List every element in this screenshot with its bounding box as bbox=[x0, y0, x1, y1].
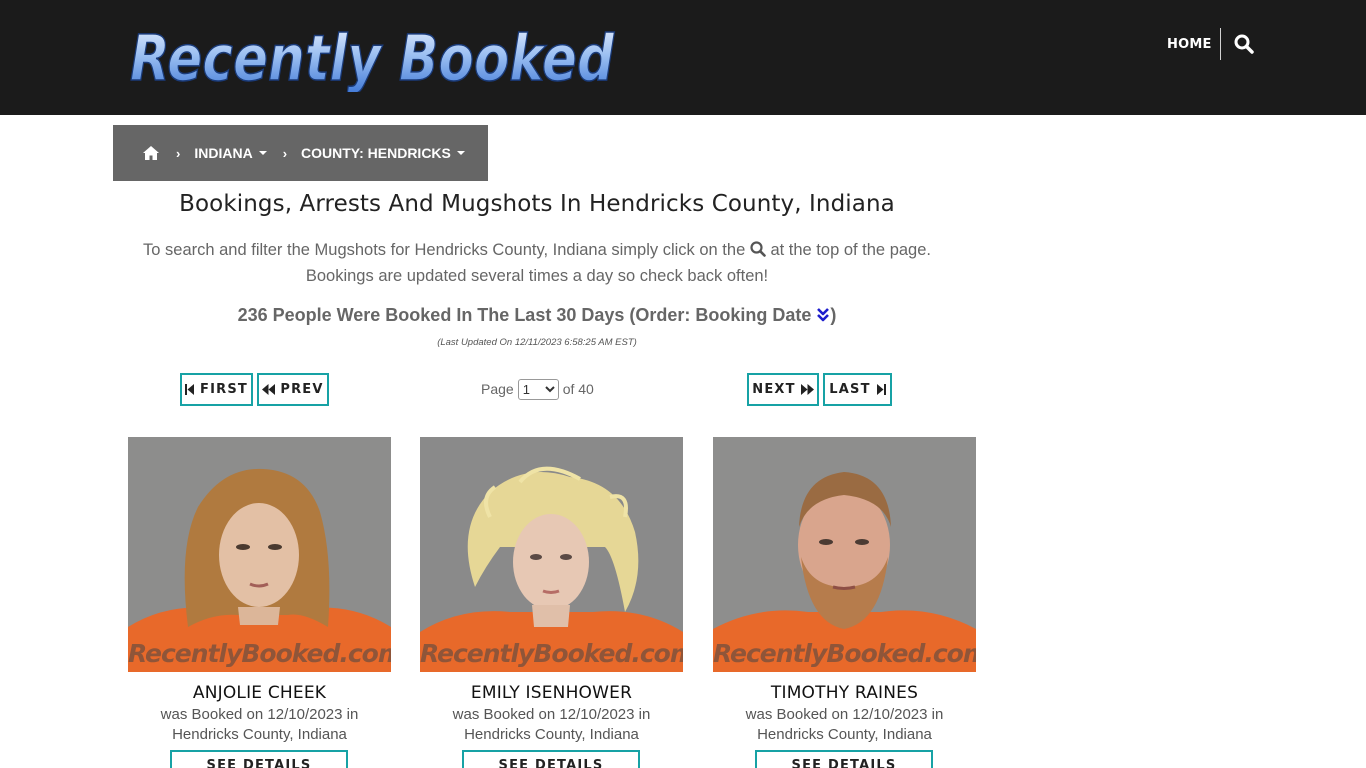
breadcrumb-state-dropdown[interactable]: INDIANA bbox=[194, 145, 267, 161]
breadcrumb-county-dropdown[interactable]: COUNTY: HENDRICKS bbox=[301, 145, 465, 161]
home-icon[interactable] bbox=[142, 145, 160, 161]
intro-text-after: at the top of the page. bbox=[770, 241, 931, 259]
fast-forward-icon bbox=[800, 384, 814, 395]
booking-count: 236 People Were Booked In The Last 30 Da… bbox=[113, 305, 961, 326]
prev-page-label: PREV bbox=[280, 382, 324, 397]
caret-down-icon bbox=[258, 151, 267, 155]
booking-date-line: was Booked on 12/10/2023 in bbox=[452, 706, 651, 723]
booking-location: Hendricks County, Indiana bbox=[464, 726, 639, 743]
skip-first-icon bbox=[185, 384, 195, 395]
booking-location: Hendricks County, Indiana bbox=[172, 726, 347, 743]
skip-last-icon bbox=[876, 384, 886, 395]
sort-descending-icon[interactable] bbox=[816, 307, 830, 323]
search-icon[interactable] bbox=[1234, 34, 1256, 56]
svg-text:Recently Booked: Recently Booked bbox=[130, 22, 615, 92]
booking-location: Hendricks County, Indiana bbox=[757, 726, 932, 743]
breadcrumb-county-label: COUNTY: HENDRICKS bbox=[301, 145, 451, 161]
page-selector: Page 1 of 40 bbox=[481, 377, 594, 401]
page-total: of 40 bbox=[562, 381, 594, 397]
booking-count-text: 236 People Were Booked In The Last 30 Da… bbox=[237, 305, 812, 325]
nav-home-link[interactable]: HOME bbox=[1167, 37, 1212, 52]
booking-card[interactable]: RecentlyBooked.com TIMOTHY RAINES was Bo… bbox=[713, 437, 976, 768]
last-page-button[interactable]: LAST bbox=[823, 373, 892, 406]
intro-text: To search and filter the Mugshots for He… bbox=[113, 237, 961, 289]
booking-info: was Booked on 12/10/2023 in Hendricks Co… bbox=[713, 705, 976, 745]
nav-divider bbox=[1220, 28, 1221, 60]
watermark-text: RecentlyBooked.com bbox=[713, 639, 976, 668]
watermark-text: RecentlyBooked.com bbox=[420, 639, 683, 668]
booking-count-close: ) bbox=[830, 305, 837, 325]
mugshot-image[interactable]: RecentlyBooked.com bbox=[420, 437, 683, 672]
inmate-name[interactable]: TIMOTHY RAINES bbox=[713, 683, 976, 703]
last-page-label: LAST bbox=[829, 382, 871, 397]
see-details-button[interactable]: SEE DETAILS bbox=[170, 750, 348, 768]
see-details-button[interactable]: SEE DETAILS bbox=[462, 750, 640, 768]
mugshot-image[interactable]: RecentlyBooked.com bbox=[713, 437, 976, 672]
site-logo[interactable]: Recently Booked bbox=[128, 18, 618, 92]
mugshot-image[interactable]: RecentlyBooked.com bbox=[128, 437, 391, 672]
booking-date-line: was Booked on 12/10/2023 in bbox=[160, 706, 359, 723]
next-page-label: NEXT bbox=[752, 382, 796, 397]
booking-card[interactable]: RecentlyBooked.com EMILY ISENHOWER was B… bbox=[420, 437, 683, 768]
caret-down-icon bbox=[456, 151, 465, 155]
first-page-label: FIRST bbox=[200, 382, 248, 397]
rewind-icon bbox=[262, 384, 276, 395]
booking-info: was Booked on 12/10/2023 in Hendricks Co… bbox=[420, 705, 683, 745]
page-title: Bookings, Arrests And Mugshots In Hendri… bbox=[179, 191, 895, 217]
intro-text-before: To search and filter the Mugshots for He… bbox=[143, 241, 746, 259]
breadcrumb-state-label: INDIANA bbox=[194, 145, 253, 161]
inmate-name[interactable]: ANJOLIE CHEEK bbox=[128, 683, 391, 703]
prev-page-button[interactable]: PREV bbox=[257, 373, 329, 406]
breadcrumb: › INDIANA › COUNTY: HENDRICKS bbox=[113, 125, 488, 181]
first-page-button[interactable]: FIRST bbox=[180, 373, 253, 406]
page-select[interactable]: 1 bbox=[517, 378, 559, 400]
inmate-name[interactable]: EMILY ISENHOWER bbox=[420, 683, 683, 703]
booking-info: was Booked on 12/10/2023 in Hendricks Co… bbox=[128, 705, 391, 745]
booking-date-line: was Booked on 12/10/2023 in bbox=[745, 706, 944, 723]
see-details-button[interactable]: SEE DETAILS bbox=[755, 750, 933, 768]
next-page-button[interactable]: NEXT bbox=[747, 373, 819, 406]
search-icon bbox=[750, 241, 766, 257]
page-label: Page bbox=[481, 381, 514, 397]
chevron-right-icon: › bbox=[176, 145, 181, 161]
chevron-right-icon: › bbox=[282, 145, 288, 161]
last-updated: (Last Updated On 12/11/2023 6:58:25 AM E… bbox=[437, 337, 637, 348]
booking-card[interactable]: RecentlyBooked.com ANJOLIE CHEEK was Boo… bbox=[128, 437, 391, 768]
site-header: Recently Booked HOME bbox=[0, 0, 1366, 115]
watermark-text: RecentlyBooked.com bbox=[128, 639, 391, 668]
intro-text-line2: Bookings are updated several times a day… bbox=[305, 267, 769, 285]
